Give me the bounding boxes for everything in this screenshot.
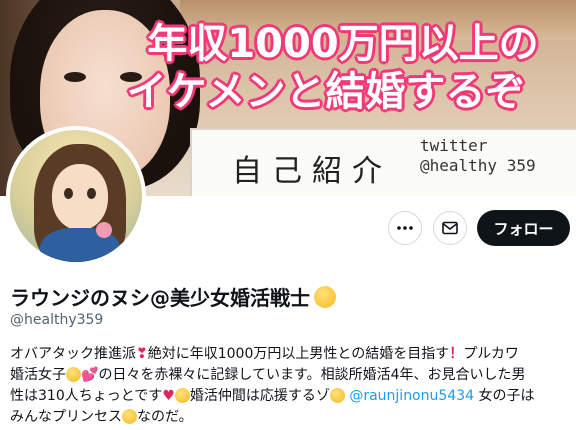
bio-text: プルカワ (463, 346, 519, 362)
avatar-flower (96, 222, 112, 238)
avatar-eye-right (87, 188, 96, 199)
avatar[interactable] (6, 126, 146, 266)
princess-emoji-icon (66, 367, 81, 382)
whiteboard-title: 自己紹介 (232, 154, 392, 189)
follow-button[interactable]: フォロー (477, 210, 570, 246)
bio-line-3: 性は310人ちょっとです♥ 婚活仲間は応援するゾ @raunjinonu5434 … (10, 386, 570, 407)
bio-text: 絶対に年収1000万円以上男性との結婚を目指す (147, 346, 450, 362)
more-horizontal-icon (397, 226, 413, 230)
bio-line-4: みんなプリンセス なのだ。 (10, 407, 570, 428)
bio-text: 女の子は (478, 388, 535, 404)
banner-headline-line1: 年収1000万円以上の (147, 21, 539, 67)
whiteboard-twitter-label: twitter (420, 136, 488, 155)
princess-emoji-icon (122, 409, 137, 424)
kissing-face-emoji-icon (314, 285, 336, 308)
display-name: ラウンジのヌシ@美少女婚活戦士 (10, 282, 336, 311)
avatar-face (52, 164, 108, 230)
bio-text: みんなプリンセス (10, 409, 122, 425)
user-handle: @healthy359 (10, 312, 104, 328)
red-exclamation-icon: ❣ (136, 346, 148, 362)
message-button[interactable] (433, 211, 467, 245)
avatar-eye-left (64, 188, 73, 199)
mention-link[interactable]: @raunjinonu5434 (349, 388, 474, 404)
red-heart-icon: ♥ (162, 388, 175, 404)
more-button[interactable] (388, 211, 422, 245)
grinning-face-emoji-icon (329, 388, 345, 403)
bio-text: 性は310人ちょっとです (10, 388, 163, 404)
bio-text: の日々を赤裸々に記録しています。相談所婚活4年、お見合いした男 (98, 367, 526, 383)
red-exclamation-icon: ！ (449, 346, 464, 362)
hearts-emoji-icon: 💕 (81, 367, 99, 383)
bio-text: 婚活女子 (10, 367, 66, 383)
bio-text: オバアタック推進派 (10, 346, 136, 362)
whiteboard-handle: twitter @healthy 359 (420, 136, 570, 176)
banner-headline-line2: イケメンと結婚するぞ (126, 69, 526, 115)
bio-line-1: オバアタック推進派❣絶対に年収1000万円以上男性との結婚を目指す！プルカワ (10, 344, 570, 365)
banner-headline: 年収1000万円以上の イケメンと結婚するぞ (100, 20, 576, 116)
display-name-text: ラウンジのヌシ@美少女婚活戦士 (10, 286, 310, 310)
profile-bio: オバアタック推進派❣絶対に年収1000万円以上男性との結婚を目指す！プルカワ 婚… (10, 344, 570, 428)
bio-text: なのだ。 (137, 409, 193, 425)
bio-text: 婚活仲間は応援するゾ (189, 388, 330, 404)
bio-line-2: 婚活女子 💕の日々を赤裸々に記録しています。相談所婚活4年、お見合いした男 (10, 365, 570, 386)
mail-icon (442, 221, 458, 235)
whiteboard-twitter-handle: @healthy 359 (420, 156, 536, 175)
smiling-face-emoji-icon (174, 388, 190, 403)
